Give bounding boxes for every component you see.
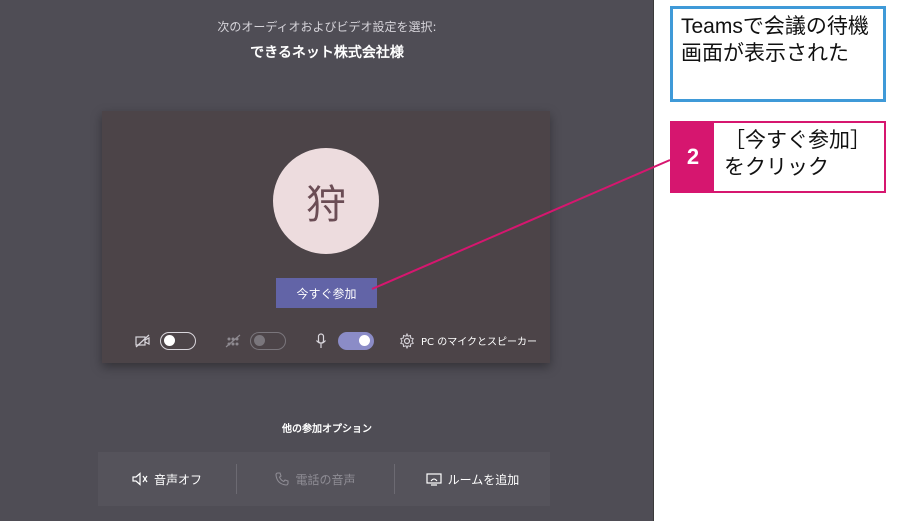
device-settings-link[interactable]: PC のマイクとスピーカー	[421, 333, 537, 348]
av-controls: PC のマイクとスピーカー	[134, 330, 537, 352]
add-room-option[interactable]: ルームを追加	[395, 452, 550, 506]
room-icon	[426, 473, 442, 486]
camera-off-icon	[134, 332, 152, 350]
option-label: 電話の音声	[295, 472, 356, 487]
phone-icon	[275, 472, 290, 486]
toggle-knob	[164, 335, 175, 346]
microphone-icon	[312, 332, 330, 350]
option-label: ルームを追加	[447, 472, 520, 487]
option-label: 音声オフ	[153, 472, 202, 487]
step-callout: 2 ［今すぐ参加］をクリック	[670, 121, 886, 193]
gear-icon[interactable]	[398, 332, 416, 350]
speaker-off-icon	[132, 472, 148, 486]
meeting-title: できるネット株式会社様	[250, 45, 404, 61]
microphone-toggle[interactable]	[338, 332, 374, 350]
settings-subtitle: 次のオーディオおよびビデオ設定を選択:	[217, 20, 437, 34]
audio-off-option[interactable]: 音声オフ	[98, 452, 236, 506]
other-join-options-bar: 音声オフ 電話の音声 ルームを追加	[98, 452, 550, 506]
toggle-knob	[359, 335, 370, 346]
video-preview-card: 狩 今すぐ参加 PC のマイクとスピーカー	[102, 111, 550, 363]
camera-toggle[interactable]	[160, 332, 196, 350]
step-instruction: ［今すぐ参加］をクリック	[724, 129, 871, 179]
phone-audio-option: 電話の音声	[237, 452, 394, 506]
background-blur-toggle	[250, 332, 286, 350]
background-blur-icon	[224, 332, 242, 350]
caption-callout: Teamsで会議の待機画面が表示された	[670, 6, 886, 102]
other-join-options-heading: 他の参加オプション	[282, 424, 372, 435]
join-now-button[interactable]: 今すぐ参加	[276, 278, 377, 308]
step-number: 2	[672, 123, 714, 191]
teams-prejoin-window: 次のオーディオおよびビデオ設定を選択: できるネット株式会社様 狩 今すぐ参加 …	[0, 0, 654, 521]
toggle-knob	[254, 335, 265, 346]
avatar: 狩	[273, 148, 379, 254]
